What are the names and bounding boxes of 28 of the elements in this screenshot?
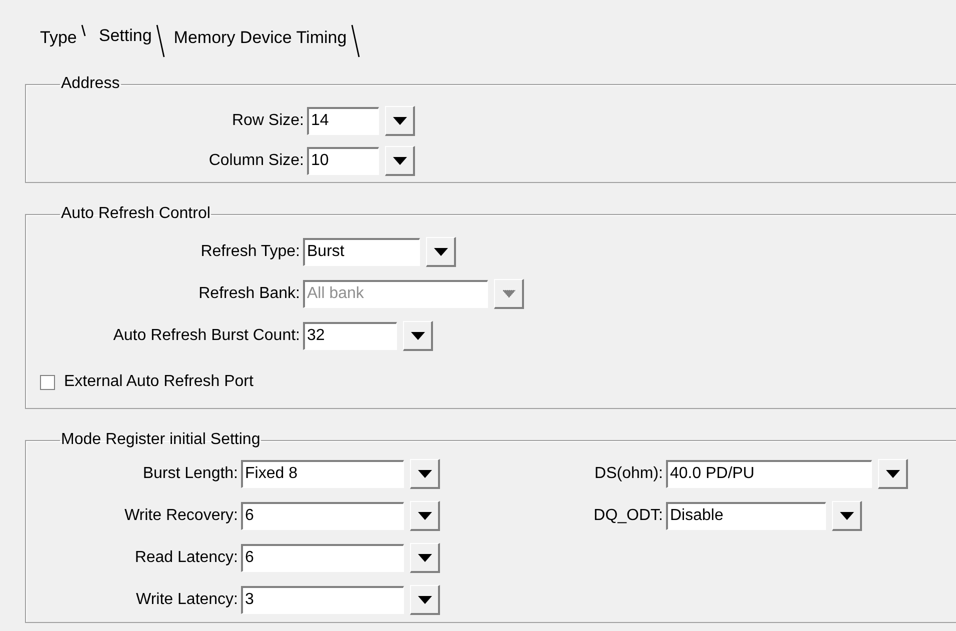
tab[interactable]: Memory Device Timing (172, 24, 367, 60)
field-label: Column Size: (208, 151, 305, 171)
group-title: Mode Register initial Setting (60, 431, 262, 449)
field-label: DS(ohm): (594, 464, 664, 484)
field-label: Auto Refresh Burst Count: (112, 326, 301, 346)
combo-field[interactable]: Disable (666, 502, 826, 530)
combo-field[interactable]: 32 (303, 322, 397, 350)
field-label: DQ_ODT: (592, 506, 664, 526)
combo-field[interactable]: Burst (303, 238, 420, 266)
combo-field[interactable]: 3 (241, 586, 404, 614)
group-title: Address (60, 75, 121, 93)
combo-field[interactable]: 40.0 PD/PU (666, 460, 872, 488)
field-label: Read Latency: (134, 548, 239, 568)
combo-field[interactable]: 6 (241, 502, 404, 530)
combo-field[interactable]: Fixed 8 (241, 460, 404, 488)
field-label: Refresh Bank: (198, 284, 301, 304)
field-label: Burst Length: (142, 464, 239, 484)
field-label: Refresh Type: (200, 242, 301, 262)
tab[interactable]: Setting (96, 24, 172, 60)
tab[interactable]: Type (38, 24, 97, 60)
group-title: Auto Refresh Control (60, 205, 212, 223)
combo-field[interactable]: 6 (241, 544, 404, 572)
field-label: Row Size: (230, 111, 305, 131)
combo-field[interactable]: 14 (307, 107, 379, 135)
combo-field[interactable]: 10 (307, 147, 379, 175)
field-label: Write Recovery: (123, 506, 239, 526)
field-label: Write Latency: (135, 590, 239, 610)
checkbox-label: External Auto Refresh Port (64, 372, 254, 392)
